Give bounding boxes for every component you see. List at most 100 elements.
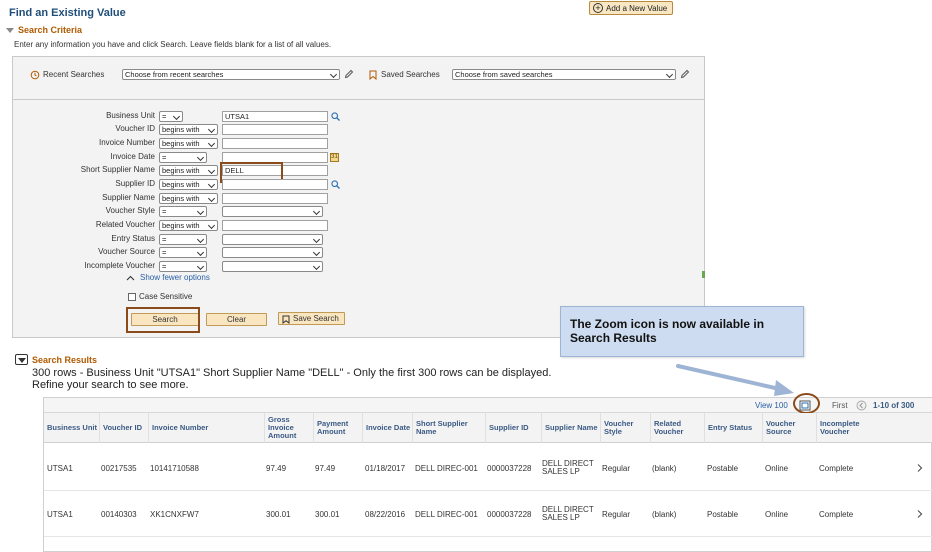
column-header[interactable]: Voucher Style bbox=[600, 413, 650, 443]
chevron-right-icon[interactable] bbox=[916, 509, 923, 519]
instructions-text: Enter any information you have and click… bbox=[14, 40, 332, 49]
plus-icon: + bbox=[593, 3, 603, 13]
column-header[interactable]: Invoice Date bbox=[362, 413, 412, 443]
recent-searches-select[interactable]: Choose from recent searches bbox=[122, 69, 340, 80]
scroll-marker bbox=[702, 271, 705, 278]
supplier-id-input[interactable] bbox=[222, 179, 328, 190]
row-divider bbox=[44, 536, 932, 537]
column-header[interactable]: Voucher Source bbox=[762, 413, 816, 443]
business-unit-input[interactable]: UTSA1 bbox=[222, 111, 328, 122]
column-header[interactable]: Voucher ID bbox=[99, 413, 148, 443]
cell-payment-amount: 97.49 bbox=[315, 464, 336, 473]
column-header[interactable]: Invoice Number bbox=[148, 413, 264, 443]
incomplete-voucher-label: Incomplete Voucher bbox=[84, 261, 155, 270]
collapse-icon bbox=[15, 354, 28, 365]
view-100-link[interactable]: View 100 bbox=[755, 401, 788, 410]
column-header[interactable]: Related Voucher bbox=[650, 413, 704, 443]
supplier-id-operator[interactable]: begins with bbox=[159, 179, 218, 190]
history-icon bbox=[30, 70, 40, 80]
cell-invoice-date: 08/22/2016 bbox=[365, 510, 406, 519]
save-search-label: Save Search bbox=[293, 314, 339, 323]
recent-searches-label: Recent Searches bbox=[43, 70, 105, 79]
supplier-name-label: Supplier Name bbox=[102, 193, 155, 202]
previous-icon[interactable] bbox=[856, 400, 867, 411]
edit-pencil-icon[interactable] bbox=[344, 69, 354, 79]
voucher-id-input[interactable] bbox=[222, 124, 328, 135]
voucher-style-operator[interactable]: = bbox=[159, 206, 207, 217]
business-unit-operator[interactable]: = bbox=[159, 111, 183, 122]
saved-searches-label: Saved Searches bbox=[381, 70, 440, 79]
cell-entry-status: Postable bbox=[707, 464, 739, 473]
saved-searches-select[interactable]: Choose from saved searches bbox=[452, 69, 676, 80]
column-header[interactable]: Supplier Name bbox=[541, 413, 600, 443]
voucher-source-operator[interactable]: = bbox=[159, 247, 207, 258]
column-header[interactable]: Payment Amount bbox=[313, 413, 362, 443]
related-voucher-operator[interactable]: begins with bbox=[159, 220, 218, 231]
entry-status-select[interactable] bbox=[222, 234, 323, 245]
column-header[interactable]: Entry Status bbox=[704, 413, 762, 443]
search-icon[interactable] bbox=[331, 112, 340, 121]
show-fewer-options-link[interactable]: Show fewer options bbox=[140, 273, 210, 282]
bookmark-icon bbox=[282, 315, 290, 324]
column-header[interactable]: Supplier ID bbox=[485, 413, 541, 443]
voucher-source-label: Voucher Source bbox=[98, 247, 155, 256]
chevron-right-icon[interactable] bbox=[916, 463, 923, 473]
cell-supplier-name: DELL DIRECT SALES LP bbox=[542, 459, 594, 476]
incomplete-voucher-select[interactable] bbox=[222, 261, 323, 272]
invoice-number-input[interactable] bbox=[222, 138, 328, 149]
invoice-number-operator[interactable]: begins with bbox=[159, 138, 218, 149]
entry-status-label: Entry Status bbox=[111, 234, 155, 243]
cell-voucher-source: Online bbox=[765, 464, 789, 473]
invoice-date-operator[interactable]: = bbox=[159, 152, 207, 163]
cell-short-supplier: DELL DIREC-001 bbox=[415, 510, 478, 519]
short-supplier-name-operator[interactable]: begins with bbox=[159, 165, 218, 176]
supplier-name-input[interactable] bbox=[222, 193, 328, 204]
cell-voucher-style: Regular bbox=[602, 510, 631, 519]
first-link[interactable]: First bbox=[832, 401, 848, 410]
cell-related-voucher: (blank) bbox=[652, 510, 677, 519]
case-sensitive-checkbox[interactable] bbox=[128, 293, 136, 301]
cell-incomplete-voucher: Complete bbox=[819, 510, 854, 519]
cell-invoice-date: 01/18/2017 bbox=[365, 464, 406, 473]
column-header[interactable]: Gross Invoice Amount bbox=[264, 413, 313, 443]
cell-voucher-id: 00140303 bbox=[101, 510, 137, 519]
recent-saved-searches-bar: Recent Searches Choose from recent searc… bbox=[13, 57, 704, 100]
search-results-toggle[interactable]: Search Results bbox=[15, 354, 97, 365]
business-unit-label: Business Unit bbox=[106, 111, 155, 120]
column-header[interactable]: Incomplete Voucher bbox=[816, 413, 882, 443]
voucher-id-operator[interactable]: begins with bbox=[159, 124, 218, 135]
cell-invoice-number: 10141710588 bbox=[150, 464, 199, 473]
results-message: 300 rows - Business Unit "UTSA1" Short S… bbox=[32, 367, 552, 391]
save-search-button[interactable]: Save Search bbox=[278, 312, 345, 325]
supplier-name-operator[interactable]: begins with bbox=[159, 193, 218, 204]
row-range-label: 1-10 of 300 bbox=[873, 401, 915, 410]
cell-voucher-source: Online bbox=[765, 510, 789, 519]
search-criteria-panel: Recent Searches Choose from recent searc… bbox=[12, 56, 705, 338]
voucher-style-select[interactable] bbox=[222, 206, 323, 217]
case-sensitive-label: Case Sensitive bbox=[139, 292, 193, 301]
entry-status-operator[interactable]: = bbox=[159, 234, 207, 245]
voucher-id-label: Voucher ID bbox=[115, 124, 155, 133]
column-header[interactable]: Business Unit bbox=[44, 413, 99, 443]
voucher-source-select[interactable] bbox=[222, 247, 323, 258]
search-button-highlight bbox=[126, 307, 200, 333]
edit-pencil-icon[interactable] bbox=[680, 69, 690, 79]
add-new-value-label: Add a New Value bbox=[606, 3, 668, 13]
invoice-date-label: Invoice Date bbox=[110, 152, 155, 161]
collapse-triangle-icon bbox=[6, 27, 14, 33]
cell-voucher-id: 00217535 bbox=[101, 464, 137, 473]
cell-short-supplier: DELL DIREC-001 bbox=[415, 464, 478, 473]
related-voucher-input[interactable] bbox=[222, 220, 328, 231]
calendar-icon[interactable]: 31 bbox=[330, 153, 339, 162]
search-criteria-toggle[interactable]: Search Criteria bbox=[6, 25, 82, 35]
clear-button[interactable]: Clear bbox=[206, 313, 267, 326]
cell-invoice-number: XK1CNXFW7 bbox=[150, 510, 199, 519]
search-criteria-heading: Search Criteria bbox=[18, 25, 83, 35]
cell-incomplete-voucher: Complete bbox=[819, 464, 854, 473]
incomplete-voucher-operator[interactable]: = bbox=[159, 261, 207, 272]
add-new-value-button[interactable]: + Add a New Value bbox=[589, 1, 673, 15]
column-header[interactable]: Short Supplier Name bbox=[412, 413, 485, 443]
search-icon[interactable] bbox=[331, 180, 340, 189]
related-voucher-label: Related Voucher bbox=[95, 220, 155, 229]
chevron-up-icon bbox=[126, 275, 135, 281]
